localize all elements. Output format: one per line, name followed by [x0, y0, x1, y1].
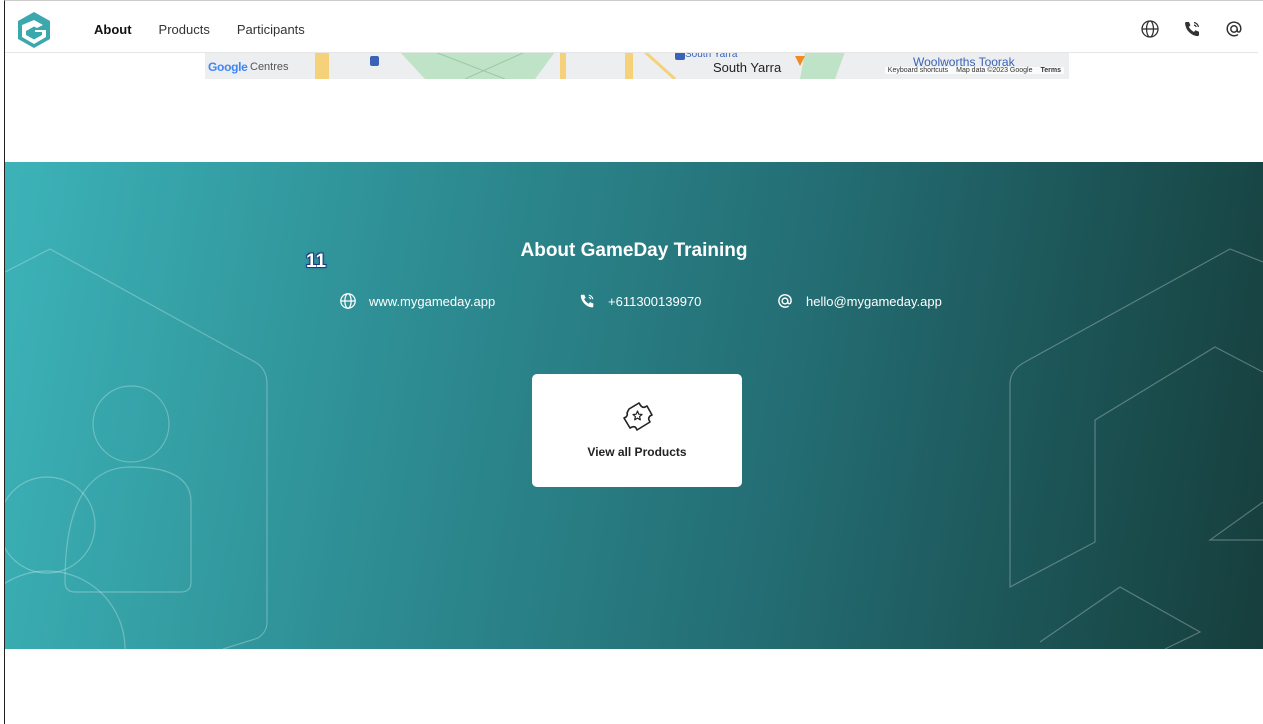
nav-about[interactable]: About [94, 22, 132, 37]
contact-phone[interactable]: +611300139970 [578, 292, 701, 310]
nav-participants[interactable]: Participants [237, 22, 305, 37]
at-icon [778, 294, 792, 308]
view-all-products-label: View all Products [587, 445, 687, 459]
contact-email-text: hello@mygameday.app [806, 293, 942, 309]
phone-icon [580, 294, 594, 308]
map-label-centres: Centres [250, 61, 289, 73]
about-title: About GameDay Training [520, 240, 748, 261]
top-nav-bar: About Products Participants [5, 5, 1258, 53]
map-label-south-yarra: South Yarra [713, 60, 782, 75]
map-attribution: Keyboard shortcuts Map data ©2023 Google… [884, 67, 1064, 74]
about-section: 11 About GameDay Training www.mygameday.… [5, 162, 1263, 649]
globe-icon [340, 293, 356, 309]
map-terms-link[interactable]: Terms [1041, 67, 1062, 74]
map-keyboard-shortcuts-link[interactable]: Keyboard shortcuts [888, 67, 948, 74]
nav-products[interactable]: Products [159, 22, 210, 37]
contact-email[interactable]: hello@mygameday.app [776, 292, 942, 310]
at-icon[interactable] [1224, 19, 1244, 39]
main-nav: About Products Participants [94, 5, 305, 53]
top-icon-group [1140, 5, 1244, 53]
contact-phone-text: +611300139970 [608, 293, 702, 309]
phone-icon[interactable] [1182, 19, 1202, 39]
contact-website[interactable]: www.mygameday.app [339, 292, 495, 310]
contact-website-text: www.mygameday.app [369, 293, 496, 309]
map-data-credit: Map data ©2023 Google [956, 67, 1033, 74]
view-all-products-card[interactable]: View all Products [532, 374, 742, 487]
map-embed[interactable]: Google Centres South Yarra South Yarra W… [205, 52, 1069, 79]
globe-icon[interactable] [1140, 19, 1160, 39]
map-google-logo: Google [208, 60, 248, 74]
ticket-icon [623, 402, 653, 431]
map-label-station: South Yarra [685, 52, 738, 60]
gameday-logo[interactable] [15, 11, 53, 49]
